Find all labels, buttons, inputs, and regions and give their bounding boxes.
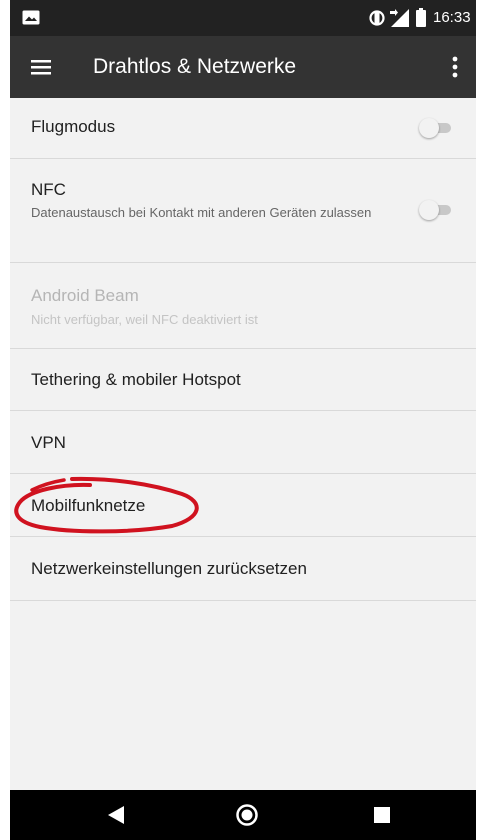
status-time: 16:33 <box>433 9 471 26</box>
setting-nfc-label: NFC <box>31 180 66 199</box>
setting-mobilfunknetze[interactable]: Mobilfunknetze <box>10 474 476 537</box>
setting-netzwerk-reset-label: Netzwerkeinstellungen zurücksetzen <box>31 559 307 578</box>
phone-screen: 16:33 Drahtlos & Netzwerke Flugmodus NFC… <box>10 0 476 840</box>
setting-flugmodus-label: Flugmodus <box>31 117 116 136</box>
setting-android-beam-label: Android Beam <box>31 286 139 305</box>
home-icon[interactable] <box>236 804 258 826</box>
setting-tethering-label: Tethering & mobiler Hotspot <box>31 370 241 389</box>
more-vert-icon[interactable] <box>445 53 465 81</box>
flugmodus-toggle[interactable] <box>419 118 453 138</box>
setting-tethering[interactable]: Tethering & mobiler Hotspot <box>10 349 476 411</box>
setting-vpn-label: VPN <box>31 433 66 452</box>
setting-android-beam-summary: Nicht verfügbar, weil NFC deaktiviert is… <box>31 312 258 327</box>
setting-flugmodus[interactable]: Flugmodus <box>10 98 476 159</box>
setting-mobilfunknetze-label: Mobilfunknetze <box>31 496 146 515</box>
gallery-notification-icon <box>22 10 40 25</box>
page-title: Drahtlos & Netzwerke <box>93 55 297 78</box>
screen-rotation-icon <box>369 10 385 26</box>
signal-icon <box>390 9 409 27</box>
back-icon[interactable] <box>107 805 125 825</box>
setting-android-beam: Android Beam Nicht verfügbar, weil NFC d… <box>10 263 476 349</box>
toggle-thumb <box>419 200 439 220</box>
recents-icon[interactable] <box>374 807 390 823</box>
hamburger-menu-icon[interactable] <box>30 56 52 78</box>
status-bar: 16:33 <box>10 0 476 36</box>
app-bar: Drahtlos & Netzwerke <box>10 36 476 98</box>
setting-nfc[interactable]: NFC Datenaustausch bei Kontakt mit ander… <box>10 159 476 263</box>
setting-netzwerk-reset[interactable]: Netzwerkeinstellungen zurücksetzen <box>10 537 476 601</box>
navigation-bar <box>10 790 476 840</box>
toggle-thumb <box>419 118 439 138</box>
setting-nfc-summary: Datenaustausch bei Kontakt mit anderen G… <box>31 205 372 220</box>
battery-icon <box>416 8 426 27</box>
nfc-toggle[interactable] <box>419 200 453 220</box>
setting-vpn[interactable]: VPN <box>10 411 476 474</box>
